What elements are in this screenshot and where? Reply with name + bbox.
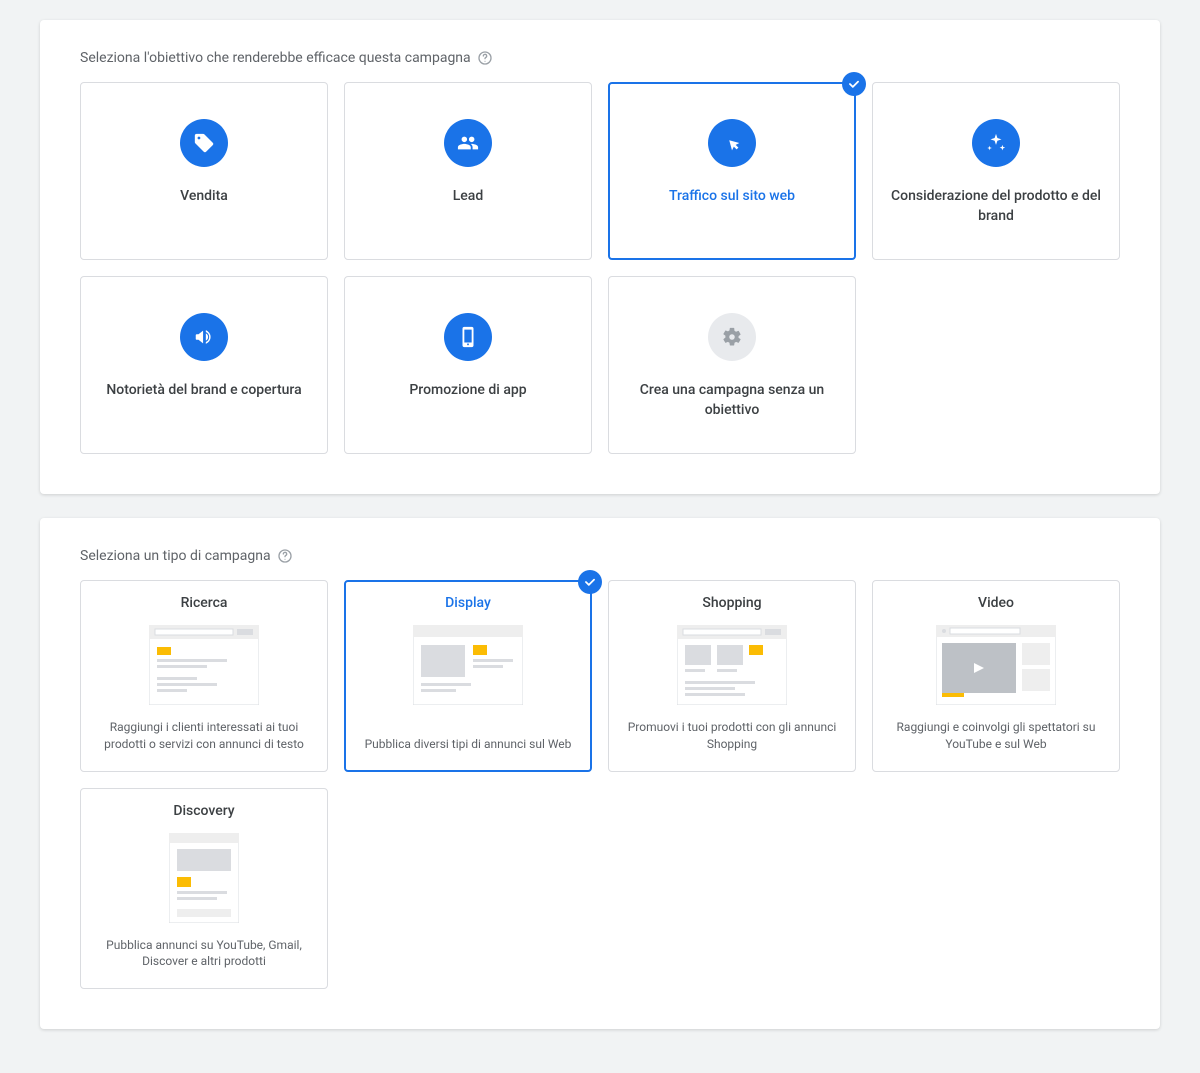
campaign-type-grid: Ricerca Raggiungi i clienti interessati … bbox=[80, 580, 1120, 989]
campaign-type-panel: Seleziona un tipo di campagna Ricerca Ra… bbox=[40, 518, 1160, 1029]
check-icon bbox=[578, 570, 602, 594]
help-icon[interactable] bbox=[277, 548, 293, 564]
video-thumb-icon bbox=[936, 625, 1056, 709]
display-thumb-icon bbox=[413, 625, 523, 709]
megaphone-icon bbox=[180, 313, 228, 361]
type-desc: Pubblica annunci su YouTube, Gmail, Disc… bbox=[93, 937, 315, 971]
click-icon bbox=[708, 119, 756, 167]
search-thumb-icon bbox=[149, 625, 259, 709]
discovery-thumb-icon bbox=[169, 833, 239, 927]
type-shopping[interactable]: Shopping Promuovi i tuoi prodotti con gl… bbox=[608, 580, 856, 772]
type-display[interactable]: Display Pubblica diversi tipi di annunci… bbox=[344, 580, 592, 772]
objective-label: Promozione di app bbox=[409, 381, 526, 401]
campaign-type-header-text: Seleziona un tipo di campagna bbox=[80, 548, 271, 564]
objective-label: Notorietà del brand e copertura bbox=[106, 381, 301, 401]
type-desc: Raggiungi i clienti interessati ai tuoi … bbox=[93, 719, 315, 753]
type-desc: Raggiungi e coinvolgi gli spettatori su … bbox=[885, 719, 1107, 753]
help-icon[interactable] bbox=[477, 50, 493, 66]
objective-grid: Vendita Lead Traffico sul sito web Consi… bbox=[80, 82, 1120, 454]
type-title: Ricerca bbox=[181, 595, 228, 611]
type-title: Video bbox=[978, 595, 1014, 611]
objective-header: Seleziona l'obiettivo che renderebbe eff… bbox=[80, 50, 1120, 66]
objective-panel: Seleziona l'obiettivo che renderebbe eff… bbox=[40, 20, 1160, 494]
objective-header-text: Seleziona l'obiettivo che renderebbe eff… bbox=[80, 50, 471, 66]
objective-label: Vendita bbox=[180, 187, 228, 207]
objective-lead[interactable]: Lead bbox=[344, 82, 592, 260]
sparkle-icon bbox=[972, 119, 1020, 167]
gear-icon bbox=[708, 313, 756, 361]
type-title: Discovery bbox=[173, 803, 234, 819]
people-icon bbox=[444, 119, 492, 167]
objective-label: Lead bbox=[453, 187, 484, 207]
type-ricerca[interactable]: Ricerca Raggiungi i clienti interessati … bbox=[80, 580, 328, 772]
phone-icon bbox=[444, 313, 492, 361]
objective-app[interactable]: Promozione di app bbox=[344, 276, 592, 454]
objective-label: Considerazione del prodotto e del brand bbox=[887, 187, 1105, 226]
type-title: Display bbox=[445, 595, 491, 611]
objective-traffico[interactable]: Traffico sul sito web bbox=[608, 82, 856, 260]
objective-label: Traffico sul sito web bbox=[669, 187, 795, 207]
objective-notorieta[interactable]: Notorietà del brand e copertura bbox=[80, 276, 328, 454]
type-desc: Pubblica diversi tipi di annunci sul Web bbox=[365, 736, 572, 753]
type-video[interactable]: Video Raggiungi e coinvolgi gli spettato… bbox=[872, 580, 1120, 772]
objective-vendita[interactable]: Vendita bbox=[80, 82, 328, 260]
objective-senza[interactable]: Crea una campagna senza un obiettivo bbox=[608, 276, 856, 454]
check-icon bbox=[842, 72, 866, 96]
type-title: Shopping bbox=[702, 595, 761, 611]
shopping-thumb-icon bbox=[677, 625, 787, 709]
type-desc: Promuovi i tuoi prodotti con gli annunci… bbox=[621, 719, 843, 753]
objective-label: Crea una campagna senza un obiettivo bbox=[623, 381, 841, 420]
type-discovery[interactable]: Discovery Pubblica annunci su YouTube, G… bbox=[80, 788, 328, 990]
campaign-type-header: Seleziona un tipo di campagna bbox=[80, 548, 1120, 564]
objective-considerazione[interactable]: Considerazione del prodotto e del brand bbox=[872, 82, 1120, 260]
tag-icon bbox=[180, 119, 228, 167]
